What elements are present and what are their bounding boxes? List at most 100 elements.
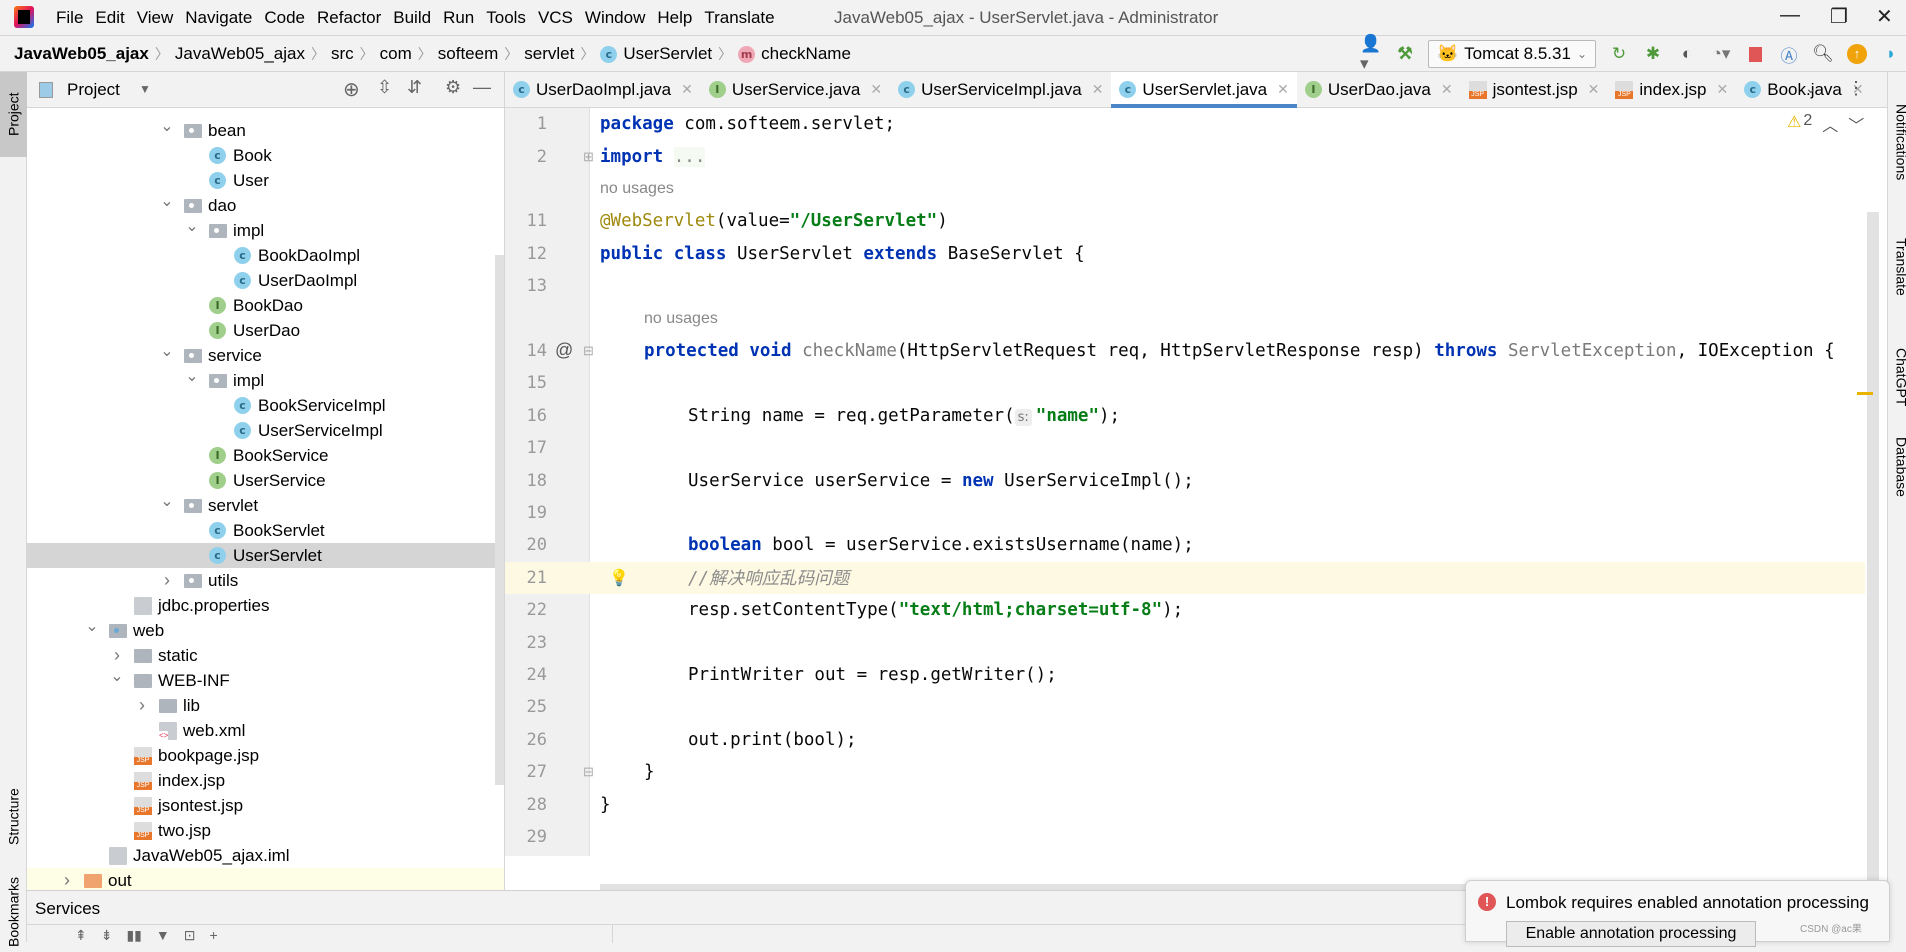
code-line[interactable]: 19: [505, 497, 1865, 529]
code-line[interactable]: 17: [505, 432, 1865, 464]
tab-userservlet-java[interactable]: cUserServlet.java✕: [1111, 72, 1296, 107]
code-line[interactable]: 21💡//解决响应乱码问题: [505, 562, 1865, 594]
chevron-down-icon[interactable]: ⌄: [160, 341, 174, 361]
tree-item[interactable]: ⌄service: [27, 343, 495, 368]
tree-item[interactable]: IBookService: [27, 443, 495, 468]
breadcrumb-method[interactable]: checkName: [761, 44, 851, 64]
add-icon[interactable]: +: [209, 927, 217, 944]
tree-item[interactable]: ›out: [27, 868, 505, 890]
chevron-down-icon[interactable]: ⌄: [185, 366, 199, 386]
code-token-folded-imports[interactable]: ...: [674, 147, 706, 167]
code-line[interactable]: 27}⊟: [505, 756, 1865, 788]
chevron-right-icon[interactable]: ›: [110, 645, 124, 666]
menu-tools[interactable]: Tools: [486, 8, 526, 28]
hide-panel-icon[interactable]: —: [473, 77, 491, 98]
tree-item[interactable]: ⌄WEB-INF: [27, 668, 495, 693]
tree-item[interactable]: cUserServlet: [27, 543, 495, 568]
code-line[interactable]: 28}: [505, 788, 1865, 820]
project-scrollbar[interactable]: [495, 255, 505, 785]
rerun-icon[interactable]: ↻: [1608, 43, 1630, 65]
menu-window[interactable]: Window: [585, 8, 645, 28]
run-configuration-dropdown[interactable]: 🐱Tomcat 8.5.31⌄: [1428, 40, 1596, 68]
code-line[interactable]: 20boolean bool = userService.existsUsern…: [505, 529, 1865, 561]
menu-code[interactable]: Code: [264, 8, 305, 28]
tab-userservice-java[interactable]: IUserService.java✕: [701, 72, 890, 107]
code-line[interactable]: 29: [505, 821, 1865, 853]
tree-item[interactable]: ⌄impl: [27, 368, 495, 393]
code-line[interactable]: 1package com.softeem.servlet;: [505, 108, 1865, 140]
chevron-down-icon[interactable]: ⌄: [160, 491, 174, 511]
tree-item[interactable]: cBookDaoImpl: [27, 243, 495, 268]
chevron-down-icon[interactable]: ⌄: [110, 666, 124, 686]
project-view-selector[interactable]: Project: [67, 80, 120, 100]
chevron-down-icon[interactable]: ▼: [139, 82, 151, 96]
bookmarks-tool-tab[interactable]: Bookmarks: [0, 872, 27, 952]
collapse-all-icon[interactable]: ⇵: [407, 77, 422, 98]
chevron-down-icon[interactable]: ⌄: [1805, 80, 1817, 97]
tree-item[interactable]: ›utils: [27, 568, 495, 593]
structure-tool-tab[interactable]: Structure: [0, 762, 27, 872]
chevron-down-icon[interactable]: ⌄: [160, 116, 174, 136]
tree-item[interactable]: ⌄servlet: [27, 493, 495, 518]
maximize-button[interactable]: ❐: [1830, 4, 1848, 29]
translate-tool-tab[interactable]: Translate: [1888, 217, 1906, 317]
menu-translate[interactable]: Translate: [704, 8, 774, 28]
deploy-icon[interactable]: ⊡: [184, 927, 196, 944]
menu-file[interactable]: File: [56, 8, 83, 28]
code-line[interactable]: 16String name = req.getParameter(s:"name…: [505, 400, 1865, 432]
user-icon[interactable]: 👤▾: [1360, 43, 1382, 65]
code-line[interactable]: 25: [505, 691, 1865, 723]
breadcrumb-item[interactable]: com: [380, 44, 412, 64]
code-line[interactable]: 11@WebServlet(value="/UserServlet"): [505, 205, 1865, 237]
collapse-icon[interactable]: ⇟: [101, 927, 113, 944]
close-button[interactable]: ✕: [1876, 4, 1893, 29]
minimize-button[interactable]: —: [1780, 4, 1800, 27]
menu-build[interactable]: Build: [393, 8, 431, 28]
chevron-down-icon[interactable]: ⌄: [85, 616, 99, 636]
tree-item[interactable]: ›lib: [27, 693, 495, 718]
chevron-right-icon[interactable]: ›: [135, 695, 149, 716]
tree-item[interactable]: cUserDaoImpl: [27, 268, 495, 293]
code-line[interactable]: 14@protected void checkName(HttpServletR…: [505, 335, 1865, 367]
run-with-coverage-icon[interactable]: ◐: [1676, 43, 1698, 65]
tree-item[interactable]: jdbc.properties: [27, 593, 495, 618]
code-line[interactable]: 18UserService userService = new UserServ…: [505, 464, 1865, 496]
database-tool-tab[interactable]: Database: [1888, 412, 1906, 522]
tree-item[interactable]: web.xml: [27, 718, 495, 743]
enable-annotation-processing-button[interactable]: Enable annotation processing: [1506, 921, 1756, 947]
tree-item[interactable]: ⌄bean: [27, 118, 495, 143]
close-tab-icon[interactable]: ✕: [1588, 81, 1600, 98]
breadcrumb-item[interactable]: softeem: [438, 44, 498, 64]
close-tab-icon[interactable]: ✕: [1441, 81, 1453, 98]
next-highlight-icon[interactable]: ﹀: [1848, 112, 1864, 136]
breadcrumb-item[interactable]: servlet: [524, 44, 574, 64]
code-line[interactable]: 15: [505, 367, 1865, 399]
chevron-down-icon[interactable]: ⌄: [160, 191, 174, 211]
build-hammer-icon[interactable]: ⚒: [1394, 43, 1416, 65]
menu-refactor[interactable]: Refactor: [317, 8, 381, 28]
code-line[interactable]: 13: [505, 270, 1865, 302]
tree-item[interactable]: cBook: [27, 143, 495, 168]
translate-icon[interactable]: Ⓐ: [1778, 43, 1800, 65]
search-icon[interactable]: 🔍︎: [1812, 43, 1834, 65]
gear-icon[interactable]: ⚙: [445, 77, 461, 98]
tree-item[interactable]: IUserDao: [27, 318, 495, 343]
breadcrumb-class[interactable]: UserServlet: [623, 44, 712, 64]
notifications-tool-tab[interactable]: Notifications: [1888, 82, 1906, 202]
code-line[interactable]: 2import ...⊞: [505, 140, 1865, 172]
close-tab-icon[interactable]: ✕: [870, 81, 882, 98]
code-line[interactable]: 26out.print(bool);: [505, 724, 1865, 756]
tree-item[interactable]: JavaWeb05_ajax.iml: [27, 843, 495, 868]
update-icon[interactable]: ↑: [1846, 43, 1868, 65]
group-icon[interactable]: ▮▮: [126, 927, 141, 944]
tab-userserviceimpl-java[interactable]: cUserServiceImpl.java✕: [890, 72, 1111, 107]
close-tab-icon[interactable]: ✕: [681, 81, 693, 98]
previous-highlight-icon[interactable]: ︿: [1822, 112, 1838, 136]
override-marker-icon[interactable]: @: [555, 340, 573, 361]
expand-icon[interactable]: ⇞: [75, 927, 87, 944]
menu-vcs[interactable]: VCS: [538, 8, 573, 28]
tree-item[interactable]: cBookServiceImpl: [27, 393, 495, 418]
tab-index-jsp[interactable]: index.jsp✕: [1607, 72, 1736, 107]
fold-toggle-icon[interactable]: ⊟: [583, 343, 594, 359]
menu-run[interactable]: Run: [443, 8, 474, 28]
